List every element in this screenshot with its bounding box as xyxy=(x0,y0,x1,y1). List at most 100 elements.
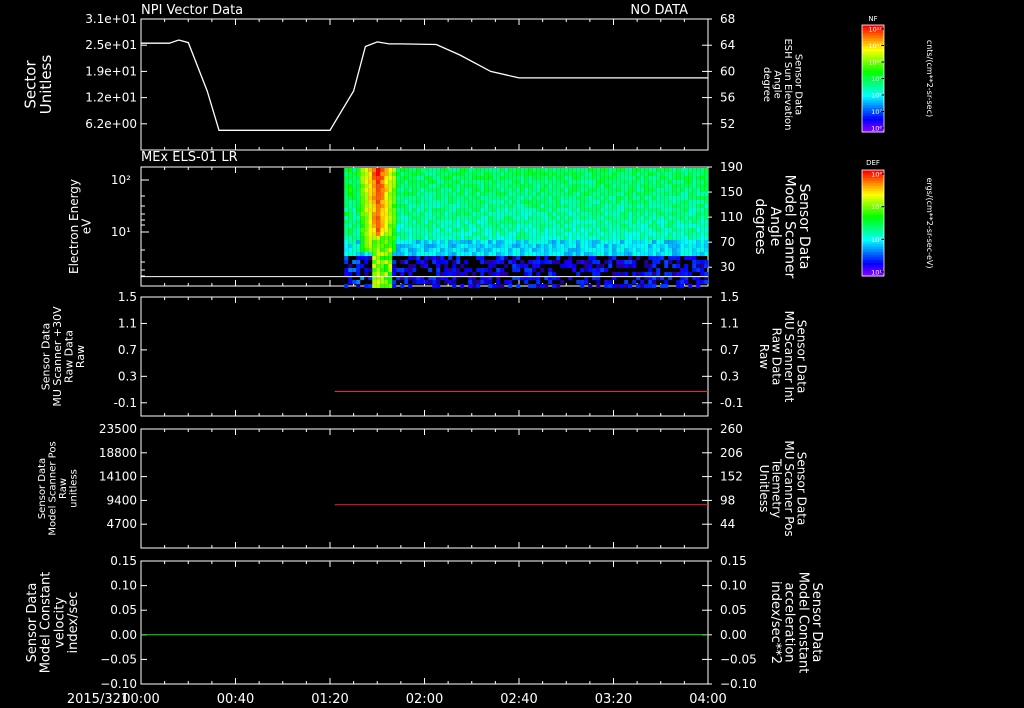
spectrogram-cell xyxy=(696,212,701,216)
spectrogram-cell xyxy=(364,248,369,252)
spectrogram-cell xyxy=(592,272,597,276)
spectrogram-cell xyxy=(644,252,649,256)
spectrogram-cell xyxy=(512,224,517,228)
spectrogram-cell xyxy=(540,248,545,252)
spectrogram-cell xyxy=(608,232,613,236)
spectrogram-cell xyxy=(348,240,353,244)
spectrogram-cell xyxy=(344,200,349,204)
spectrogram-cell xyxy=(444,272,449,276)
spectrogram-cell xyxy=(424,212,429,216)
spectrogram-cell xyxy=(620,264,625,268)
spectrogram-cell xyxy=(456,188,461,192)
spectrogram-cell xyxy=(624,252,629,256)
spectrogram-cell xyxy=(352,248,357,252)
spectrogram-cell xyxy=(644,260,649,264)
spectrogram-cell xyxy=(380,168,385,172)
spectrogram-cell xyxy=(676,208,681,212)
spectrogram-cell xyxy=(692,188,697,192)
spectrogram-cell xyxy=(584,188,589,192)
spectrogram-cell xyxy=(432,244,437,248)
spectrogram-cell xyxy=(580,228,585,232)
spectrogram-cell xyxy=(596,236,601,240)
spectrogram-cell xyxy=(528,236,533,240)
spectrogram-cell xyxy=(696,264,701,268)
spectrogram-cell xyxy=(496,272,501,276)
date-label: 2015/321 xyxy=(67,692,129,707)
spectrogram-cell xyxy=(420,176,425,180)
spectrogram-cell xyxy=(612,208,617,212)
spectrogram-cell xyxy=(556,260,561,264)
spectrogram-cell xyxy=(572,264,577,268)
spectrogram-cell xyxy=(428,184,433,188)
spectrogram-cell xyxy=(344,244,349,248)
spectrogram-cell xyxy=(408,172,413,176)
spectrogram-cell xyxy=(660,248,665,252)
spectrogram-cell xyxy=(656,236,661,240)
spectrogram-cell xyxy=(380,244,385,248)
spectrogram-cell xyxy=(656,232,661,236)
spectrogram-cell xyxy=(572,172,577,176)
spectrogram-cell xyxy=(388,200,393,204)
spectrogram-cell xyxy=(588,232,593,236)
spectrogram-cell xyxy=(384,180,389,184)
spectrogram-cell xyxy=(680,272,685,276)
spectrogram-cell xyxy=(528,252,533,256)
spectrogram-cell xyxy=(536,200,541,204)
spectrogram-cell xyxy=(492,240,497,244)
spectrogram-cell xyxy=(636,248,641,252)
spectrogram-cell xyxy=(484,216,489,220)
spectrogram-cell xyxy=(416,280,421,284)
spectrogram-cell xyxy=(492,184,497,188)
spectrogram-cell xyxy=(452,204,457,208)
y-tick-label-right: 0.3 xyxy=(720,369,739,383)
spectrogram-cell xyxy=(368,176,373,180)
spectrogram-cell xyxy=(352,176,357,180)
spectrogram-cell xyxy=(384,216,389,220)
spectrogram-cell xyxy=(464,220,469,224)
spectrogram-cell xyxy=(348,168,353,172)
spectrogram-cell xyxy=(560,172,565,176)
spectrogram-cell xyxy=(468,172,473,176)
spectrogram-cell xyxy=(648,172,653,176)
spectrogram-cell xyxy=(540,172,545,176)
spectrogram-cell xyxy=(508,284,513,288)
spectrogram-cell xyxy=(568,244,573,248)
spectrogram-cell xyxy=(368,240,373,244)
spectrogram-cell xyxy=(432,184,437,188)
spectrogram-cell xyxy=(480,256,485,260)
spectrogram-cell xyxy=(512,200,517,204)
spectrogram-cell xyxy=(468,224,473,228)
spectrogram-cell xyxy=(604,280,609,284)
spectrogram-cell xyxy=(424,224,429,228)
spectrogram-cell xyxy=(496,244,501,248)
spectrogram-cell xyxy=(576,272,581,276)
spectrogram-cell xyxy=(520,252,525,256)
spectrogram-cell xyxy=(616,208,621,212)
spectrogram-cell xyxy=(692,184,697,188)
spectrogram-cell xyxy=(656,184,661,188)
spectrogram-cell xyxy=(584,232,589,236)
spectrogram-cell xyxy=(436,232,441,236)
spectrogram-cell xyxy=(652,244,657,248)
spectrogram-cell xyxy=(644,216,649,220)
spectrogram-cell xyxy=(516,188,521,192)
spectrogram-cell xyxy=(640,216,645,220)
spectrogram-cell xyxy=(504,256,509,260)
spectrogram-cell xyxy=(396,176,401,180)
spectrogram-cell xyxy=(364,184,369,188)
spectrogram-cell xyxy=(396,268,401,272)
colorbar-def-tick-label: 10² xyxy=(871,236,882,244)
spectrogram-cell xyxy=(672,248,677,252)
spectrogram-cell xyxy=(392,192,397,196)
spectrogram-cell xyxy=(664,284,669,288)
spectrogram-cell xyxy=(444,204,449,208)
spectrogram-cell xyxy=(696,208,701,212)
spectrogram-cell xyxy=(676,232,681,236)
spectrogram-cell xyxy=(608,260,613,264)
spectrogram-cell xyxy=(644,244,649,248)
colorbar-nf-tick-label: 10⁷ xyxy=(871,108,882,116)
spectrogram-cell xyxy=(368,236,373,240)
spectrogram-cell xyxy=(376,228,381,232)
spectrogram-cell xyxy=(616,172,621,176)
spectrogram-cell xyxy=(640,208,645,212)
